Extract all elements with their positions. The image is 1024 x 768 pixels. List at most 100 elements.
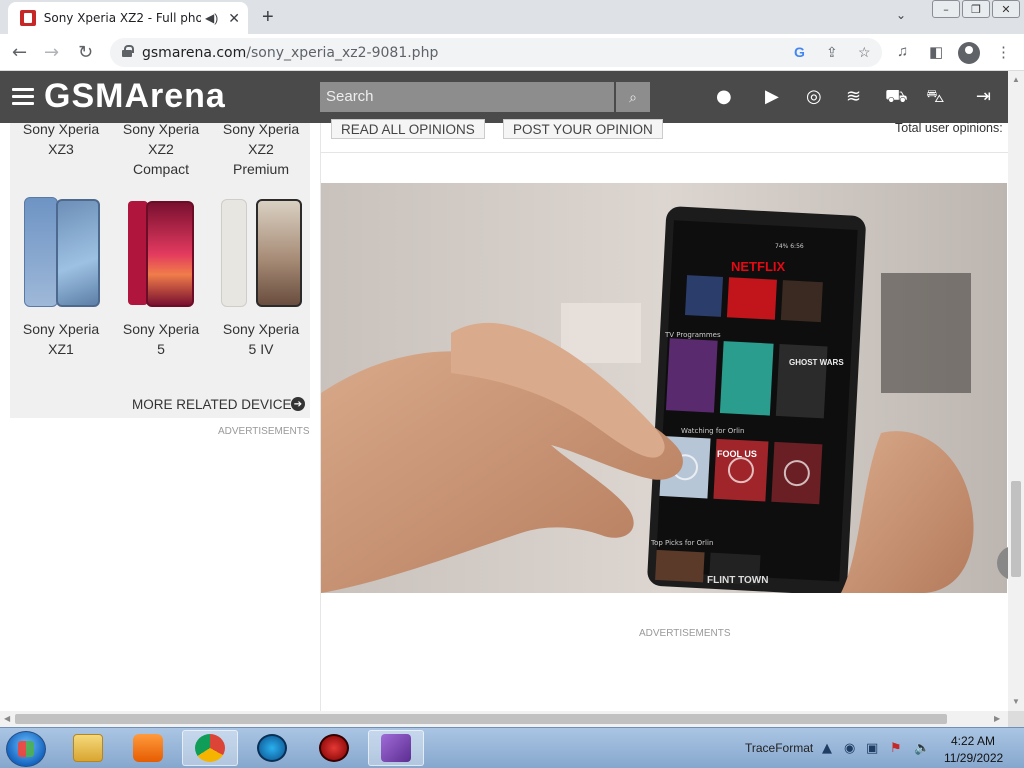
video-frame: NETFLIX 74% 6:56 TV Programmes GHOST WAR… <box>321 183 1007 593</box>
horizontal-scrollbar[interactable]: ◀ ▶ <box>0 711 1008 727</box>
device-xperia-5[interactable]: Sony Xperia 5 <box>111 319 211 359</box>
start-button[interactable] <box>6 731 46 767</box>
cart-icon[interactable]: ⛍ <box>926 86 945 110</box>
back-button[interactable]: ← <box>12 42 27 63</box>
instagram-icon[interactable]: ◎ <box>806 86 822 107</box>
gsmarena-logo[interactable]: GSMArena <box>44 77 226 116</box>
browser-tabstrip: Sony Xperia XZ2 - Full phone specificati… <box>0 0 1024 34</box>
tray-app-icon[interactable]: ◉ <box>844 741 855 756</box>
flint-town-title: FLINT TOWN <box>707 575 768 586</box>
profile-avatar[interactable] <box>958 42 980 64</box>
media-control-icon[interactable]: ♫ <box>897 43 908 60</box>
tip-icon[interactable]: ● <box>716 86 732 107</box>
chrome-icon <box>195 734 225 762</box>
netflix-logo: NETFLIX <box>731 259 785 274</box>
ghost-wars-title: GHOST WARS <box>789 358 844 367</box>
row-watching: Watching for Orlin <box>681 427 744 435</box>
taskbar-app-red[interactable] <box>306 730 362 766</box>
horizontal-scroll-thumb[interactable] <box>15 714 947 724</box>
restore-button[interactable]: ❐ <box>962 0 990 18</box>
windows-taskbar: TraceFormat ▲ ◉ ▣ ⚑ 🔈 4:22 AM 11/29/2022 <box>0 727 1024 768</box>
media-player-icon <box>133 734 163 762</box>
device-xperia-5-iv[interactable]: Sony Xperia 5 IV <box>211 319 311 359</box>
audio-playing-icon[interactable]: ◀) <box>205 11 218 25</box>
side-panel-icon[interactable]: ◧ <box>929 43 943 61</box>
fool-us-title: FOOL US <box>717 449 757 459</box>
ads-label-right: ADVERTISEMENTS <box>639 628 731 639</box>
site-search-input[interactable]: Search <box>320 82 614 112</box>
vertical-scroll-thumb[interactable] <box>1011 481 1021 577</box>
ads-label-left: ADVERTISEMENTS <box>218 426 310 437</box>
video-player[interactable]: NETFLIX 74% 6:56 TV Programmes GHOST WAR… <box>321 183 1007 593</box>
taskbar-chrome[interactable] <box>182 730 238 766</box>
tab-close-icon[interactable]: ✕ <box>228 10 240 27</box>
folder-icon <box>73 734 103 762</box>
xperia-5iv-back-image[interactable] <box>221 199 247 307</box>
clock-time[interactable]: 4:22 AM <box>951 734 995 748</box>
clock-date[interactable]: 11/29/2022 <box>944 751 1003 765</box>
taskbar-explorer[interactable] <box>60 730 116 766</box>
scroll-left-arrow-icon[interactable]: ◀ <box>4 714 10 723</box>
share-icon[interactable]: ⇪ <box>826 44 838 61</box>
arrow-right-circle-icon[interactable]: ➔ <box>291 397 305 411</box>
screen: Sony Xperia XZ2 - Full phone specificati… <box>0 0 1024 768</box>
address-bar[interactable]: gsmarena.com/sony_xperia_xz2-9081.php G … <box>110 38 882 67</box>
window-controls: – ❐ ✕ <box>932 0 1020 18</box>
site-search-icon[interactable]: ⌕ <box>616 82 650 112</box>
post-opinion-button[interactable]: POST YOUR OPINION <box>503 119 663 139</box>
network-icon[interactable]: ▣ <box>866 741 878 756</box>
rss-icon[interactable]: ≋ <box>846 86 861 107</box>
more-related-devices-link[interactable]: MORE RELATED DEVICES <box>132 397 301 412</box>
device-xperia-xz2-compact[interactable]: Sony Xperia XZ2 Compact <box>111 119 211 179</box>
device-xperia-xz2-premium[interactable]: Sony Xperia XZ2 Premium <box>211 119 311 179</box>
browser-toolbar: ← → ↻ gsmarena.com/sony_xperia_xz2-9081.… <box>0 34 1024 71</box>
phone-status: 74% 6:56 <box>775 243 804 250</box>
tray-expand-icon[interactable]: ▲ <box>822 741 832 756</box>
divider-line <box>320 152 1008 153</box>
volume-icon[interactable]: 🔈 <box>914 741 930 756</box>
xperia-5iv-front-image[interactable] <box>256 199 302 307</box>
forward-button[interactable]: → <box>44 42 59 63</box>
xperia-5-back-image[interactable] <box>128 201 148 305</box>
google-lens-icon[interactable]: G <box>794 44 805 60</box>
device-xperia-xz1[interactable]: Sony Xperia XZ1 <box>11 319 111 359</box>
scroll-down-arrow-icon[interactable]: ▼ <box>1012 697 1020 706</box>
taskbar-visual-studio[interactable] <box>368 730 424 766</box>
row-top-picks: Top Picks for Orlin <box>650 539 713 547</box>
taskbar-app-c[interactable] <box>244 730 300 766</box>
window-close-button[interactable]: ✕ <box>992 0 1020 18</box>
tray-traceformat[interactable]: TraceFormat <box>745 741 813 755</box>
read-all-opinions-button[interactable]: READ ALL OPINIONS <box>331 119 485 139</box>
browser-tab[interactable]: Sony Xperia XZ2 - Full phone specificati… <box>8 2 248 34</box>
tab-search-chevron-icon[interactable]: ⌄ <box>896 8 906 22</box>
red-gear-icon <box>319 734 349 762</box>
visual-studio-icon <box>381 734 411 762</box>
taskbar-media-player[interactable] <box>120 730 176 766</box>
tab-title: Sony Xperia XZ2 - Full phone specificati… <box>43 11 202 25</box>
menu-hamburger-icon[interactable] <box>12 88 34 106</box>
action-center-flag-icon[interactable]: ⚑ <box>890 741 902 756</box>
chrome-menu-icon[interactable]: ⋮ <box>996 43 1011 61</box>
reload-button[interactable]: ↻ <box>78 42 93 63</box>
new-tab-button[interactable]: + <box>262 6 274 29</box>
scroll-right-arrow-icon[interactable]: ▶ <box>994 714 1000 723</box>
ccleaner-icon <box>257 734 287 762</box>
lock-icon[interactable] <box>122 45 134 57</box>
device-xperia-xz3[interactable]: Sony Xperia XZ3 <box>11 119 111 159</box>
car-icon[interactable]: ⛟ <box>885 86 908 110</box>
xperia-5-front-image[interactable] <box>146 201 194 307</box>
url-text[interactable]: gsmarena.com/sony_xperia_xz2-9081.php <box>142 45 438 61</box>
login-icon[interactable]: ⇥ <box>976 86 991 107</box>
bookmark-star-icon[interactable]: ☆ <box>858 44 871 61</box>
youtube-icon[interactable]: ▶ <box>765 86 779 107</box>
page-viewport: GSMArena Search ⌕ ● ▶ ◎ ≋ ⛟ ⛍ ⇥ Sony Xpe… <box>0 71 1008 711</box>
row-tv-programmes: TV Programmes <box>664 331 721 339</box>
minimize-button[interactable]: – <box>932 0 960 18</box>
xperia-xz1-front-image[interactable] <box>56 199 100 307</box>
xperia-xz1-back-image[interactable] <box>24 197 58 307</box>
vertical-scrollbar[interactable]: ▲ ▼ <box>1008 71 1024 711</box>
scrollbar-corner <box>1008 711 1024 727</box>
scroll-up-arrow-icon[interactable]: ▲ <box>1012 75 1020 84</box>
related-devices-panel: Sony Xperia XZ3 Sony Xperia XZ2 Compact Son… <box>10 121 311 418</box>
gsmarena-favicon-icon <box>20 10 36 26</box>
